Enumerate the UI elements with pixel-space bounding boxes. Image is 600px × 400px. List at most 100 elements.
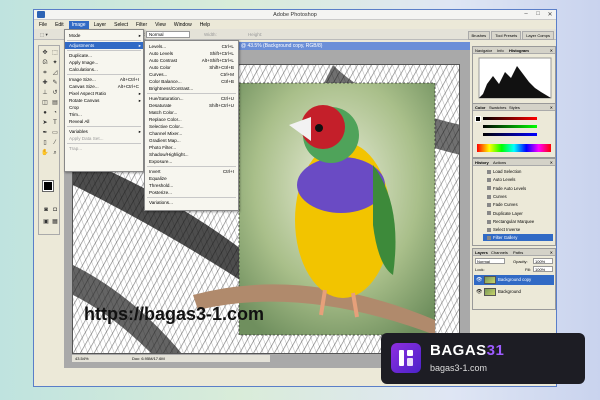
marquee-icon[interactable]: ⬚ [51, 49, 59, 57]
maximize-icon[interactable]: □ [534, 11, 542, 18]
menu-edit[interactable]: Edit [52, 21, 67, 29]
eraser-icon[interactable]: ◫ [41, 99, 49, 107]
red-slider[interactable] [483, 117, 537, 120]
panel-close-icon[interactable]: ✕ [550, 48, 553, 53]
menu-item-variables[interactable]: Variables ▸ [65, 128, 143, 135]
gradient-icon[interactable]: ▤ [51, 99, 59, 107]
menu-item-desaturate[interactable]: Desaturate Shift+Ctrl+U [145, 102, 238, 109]
fullscreen-icon[interactable]: ▦ [51, 218, 59, 226]
magic-wand-icon[interactable]: ✦ [51, 59, 59, 67]
menu-item-apply-data-set[interactable]: Apply Data Set... [65, 135, 143, 142]
layer-row[interactable]: 👁 Background [474, 287, 554, 297]
type-tool-icon[interactable]: T [51, 119, 59, 127]
menu-item-trap[interactable]: Trap... [65, 145, 143, 152]
history-item[interactable]: Rectangular Marquee [483, 218, 553, 225]
menu-item-replace-color[interactable]: Replace Color... [145, 116, 238, 123]
history-item[interactable]: Filter Gallery [483, 234, 553, 242]
tab-histogram[interactable]: Histogram [509, 48, 529, 53]
tab-brushes[interactable]: Brushes [467, 31, 491, 40]
history-item[interactable]: Duplicate Layer [483, 210, 553, 217]
minimize-icon[interactable]: – [522, 11, 530, 18]
menu-item-rotate-canvas[interactable]: Rotate Canvas ▸ [65, 97, 143, 104]
tab-navigator[interactable]: Navigator [475, 48, 492, 53]
menu-item-variations[interactable]: Variations... [145, 199, 238, 206]
history-item[interactable]: Select Inverse [483, 226, 553, 233]
color-ramp[interactable] [477, 144, 551, 152]
tab-tool-presets[interactable]: Tool Presets [491, 31, 522, 40]
blur-icon[interactable]: ● [41, 109, 49, 117]
stamp-icon[interactable]: ⊥ [41, 89, 49, 97]
menu-item-auto-color[interactable]: Auto Color Shift+Ctrl+B [145, 64, 238, 71]
menu-item-curves[interactable]: Curves... Ctrl+M [145, 71, 238, 78]
slice-icon[interactable]: ◿ [51, 69, 59, 77]
menu-item-threshold[interactable]: Threshold... [145, 182, 238, 189]
layer-row[interactable]: 👁 Background copy [474, 275, 554, 285]
menu-item-exposure[interactable]: Exposure... [145, 158, 238, 165]
style-select[interactable]: Normal [146, 31, 190, 38]
menu-select[interactable]: Select [111, 21, 131, 29]
healing-brush-icon[interactable]: ✚ [41, 79, 49, 87]
menu-item-color-balance[interactable]: Color Balance... Ctrl+B [145, 78, 238, 85]
color-swatch-fg[interactable] [475, 116, 481, 122]
menu-item-levels[interactable]: Levels... Ctrl+L [145, 43, 238, 50]
tab-info[interactable]: Info [497, 48, 504, 53]
menu-item-mode[interactable]: Mode ▸ [65, 32, 143, 39]
tab-layer-comps[interactable]: Layer Comps [522, 31, 554, 40]
menu-window[interactable]: Window [171, 21, 195, 29]
tab-layers[interactable]: Layers [475, 250, 488, 255]
history-panel-close-icon[interactable]: ✕ [550, 160, 553, 165]
menu-file[interactable]: File [36, 21, 50, 29]
close-icon[interactable]: ✕ [546, 11, 554, 18]
tab-paths[interactable]: Paths [513, 250, 523, 255]
move-tool-icon[interactable]: ✥ [41, 49, 49, 57]
pen-icon[interactable]: ✒ [41, 129, 49, 137]
history-item[interactable]: Load Selection [483, 168, 553, 175]
tab-channels[interactable]: Channels [491, 250, 508, 255]
menu-item-brightness-contrast[interactable]: Brightness/Contrast... [145, 85, 238, 92]
opacity-field[interactable]: 100% [533, 258, 553, 264]
green-slider[interactable] [483, 125, 537, 128]
blend-mode-select[interactable]: Normal [475, 258, 505, 264]
menu-item-gradient-map[interactable]: Gradient Map... [145, 137, 238, 144]
document-title-bar[interactable]: @ 43.5% (Background copy, RGB/8) [229, 42, 470, 50]
menu-item-shadow-highlight[interactable]: Shadow/Highlight... [145, 151, 238, 158]
zoom-level[interactable]: 43.54% [75, 355, 89, 362]
menu-item-canvas-size[interactable]: Canvas Size... Alt+Ctrl+C [65, 83, 143, 90]
menu-filter[interactable]: Filter [133, 21, 150, 29]
notes-icon[interactable]: ▯ [41, 139, 49, 147]
menu-item-duplicate[interactable]: Duplicate... [65, 52, 143, 59]
history-item[interactable]: Auto Levels [483, 176, 553, 183]
menu-item-adjustments[interactable]: Adjustments ▸ [65, 42, 143, 49]
tab-history[interactable]: History [475, 160, 489, 165]
crop-icon[interactable]: ⌗ [41, 69, 49, 77]
eye-icon[interactable]: 👁 [476, 275, 482, 285]
brush-icon[interactable]: ✎ [51, 79, 59, 87]
menu-item-reveal-all[interactable]: Reveal All [65, 118, 143, 125]
tab-swatches[interactable]: Swatches [489, 105, 506, 110]
zoom-icon[interactable]: ⌕ [51, 149, 59, 157]
shape-icon[interactable]: ▭ [51, 129, 59, 137]
layers-panel-close-icon[interactable]: ✕ [550, 250, 553, 255]
screen-mode-icon[interactable]: ▣ [42, 218, 50, 226]
menu-help[interactable]: Help [197, 21, 213, 29]
menu-item-invert[interactable]: Invert Ctrl+I [145, 168, 238, 175]
lasso-icon[interactable]: ᘏ [41, 59, 49, 67]
eyedropper-icon[interactable]: ⁄ [51, 139, 59, 147]
menu-item-pixel-aspect-ratio[interactable]: Pixel Aspect Ratio ▸ [65, 90, 143, 97]
marquee-tool-icon[interactable]: ⬚ ▾ [40, 32, 48, 38]
menu-view[interactable]: View [152, 21, 169, 29]
history-brush-icon[interactable]: ↺ [51, 89, 59, 97]
menu-item-hue-saturation[interactable]: Hue/Saturation... Ctrl+U [145, 95, 238, 102]
quick-mask-icon[interactable]: ◙ [42, 206, 50, 214]
menu-layer[interactable]: Layer [91, 21, 110, 29]
menu-item-image-size[interactable]: Image Size... Alt+Ctrl+I [65, 76, 143, 83]
quick-mask-on-icon[interactable]: ◘ [51, 206, 59, 214]
menu-item-channel-mixer[interactable]: Channel Mixer... [145, 130, 238, 137]
menu-item-calculations[interactable]: Calculations... [65, 66, 143, 73]
menu-item-equalize[interactable]: Equalize [145, 175, 238, 182]
history-item[interactable]: Curves [483, 193, 553, 200]
foreground-color-swatch[interactable] [42, 180, 54, 192]
color-panel-close-icon[interactable]: ✕ [550, 105, 553, 110]
menu-item-auto-levels[interactable]: Auto Levels Shift+Ctrl+L [145, 50, 238, 57]
fill-field[interactable]: 100% [533, 266, 553, 272]
